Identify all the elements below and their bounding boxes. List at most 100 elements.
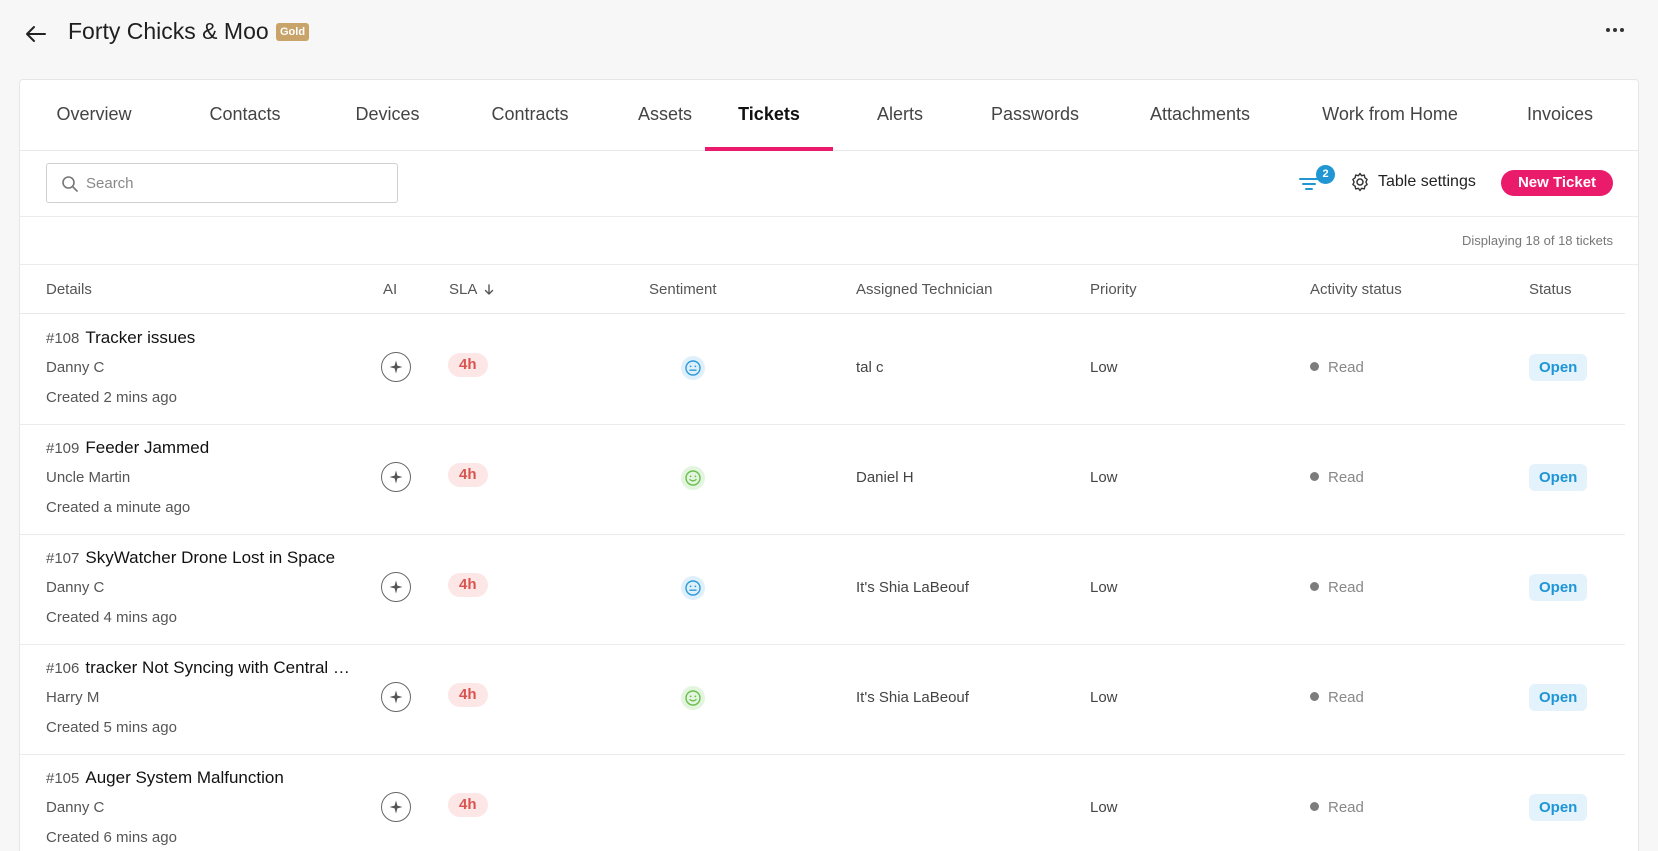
sparkle-icon — [389, 470, 403, 484]
ticket-subject: Feeder Jammed — [85, 438, 210, 457]
ticket-title[interactable]: #105 Auger System Malfunction — [46, 768, 356, 788]
ai-sparkle-button[interactable] — [381, 352, 411, 382]
activity-status: Read — [1310, 579, 1364, 596]
sparkle-icon — [389, 800, 403, 814]
filter-button[interactable]: 2 — [1296, 164, 1335, 200]
tab-assets[interactable]: Assets — [615, 80, 715, 151]
column-details[interactable]: Details — [46, 265, 92, 314]
search-input[interactable] — [86, 172, 386, 194]
priority: Low — [1090, 469, 1118, 486]
sentiment-positive-icon — [681, 466, 705, 490]
sla-badge: 4h — [448, 353, 488, 377]
search-icon — [62, 176, 78, 192]
tab-attachments[interactable]: Attachments — [1120, 80, 1280, 151]
activity-status-label: Read — [1328, 469, 1364, 486]
table-row[interactable]: #105 Auger System Malfunction Danny C Cre… — [20, 755, 1625, 851]
page-title: Forty Chicks & Moo — [68, 18, 269, 44]
ai-sparkle-button[interactable] — [381, 792, 411, 822]
table-settings-button[interactable]: Table settings — [1350, 170, 1476, 194]
table-header: Details AI SLA Sentiment Assigned Techni… — [20, 265, 1625, 314]
ticket-created: Created 5 mins ago — [46, 719, 177, 736]
assigned-technician: It's Shia LaBeouf — [856, 689, 969, 706]
sparkle-icon — [389, 580, 403, 594]
ticket-number: #105 — [46, 770, 80, 787]
arrow-left-icon[interactable] — [22, 20, 50, 48]
activity-status-label: Read — [1328, 359, 1364, 376]
ticket-title[interactable]: #106 tracker Not Syncing with Central … — [46, 658, 356, 678]
activity-status-label: Read — [1328, 689, 1364, 706]
ai-sparkle-button[interactable] — [381, 572, 411, 602]
ticket-contact: Danny C — [46, 799, 105, 816]
priority: Low — [1090, 579, 1118, 596]
ticket-contact: Danny C — [46, 359, 105, 376]
column-status[interactable]: Status — [1529, 265, 1572, 314]
status-dot — [1310, 802, 1319, 811]
column-technician[interactable]: Assigned Technician — [856, 265, 992, 314]
tab-tickets[interactable]: Tickets — [705, 80, 833, 151]
ticket-number: #106 — [46, 660, 80, 677]
column-sla[interactable]: SLA — [449, 265, 495, 314]
status-dot — [1310, 692, 1319, 701]
tickets-card: Overview Contacts Devices Contracts Asse… — [19, 79, 1639, 851]
activity-status: Read — [1310, 359, 1364, 376]
sentiment-neutral-icon — [681, 576, 705, 600]
sparkle-icon — [389, 360, 403, 374]
tab-devices[interactable]: Devices — [330, 80, 445, 151]
sla-badge: 4h — [448, 573, 488, 597]
status-badge[interactable]: Open — [1529, 684, 1588, 711]
ai-sparkle-button[interactable] — [381, 462, 411, 492]
table-row[interactable]: #106 tracker Not Syncing with Central … H… — [20, 645, 1625, 755]
ticket-title[interactable]: #107 SkyWatcher Drone Lost in Space — [46, 548, 356, 568]
ticket-created: Created 6 mins ago — [46, 829, 177, 846]
tab-invoices[interactable]: Invoices — [1500, 80, 1620, 151]
tab-passwords[interactable]: Passwords — [970, 80, 1100, 151]
assigned-technician: Daniel H — [856, 469, 914, 486]
tickets-toolbar: 2 Table settings New Ticket — [20, 152, 1638, 217]
gear-icon — [1352, 172, 1368, 192]
column-priority[interactable]: Priority — [1090, 265, 1137, 314]
priority: Low — [1090, 799, 1118, 816]
tab-contacts[interactable]: Contacts — [180, 80, 310, 151]
assigned-technician: It's Shia LaBeouf — [856, 579, 969, 596]
ticket-title[interactable]: #108 Tracker issues — [46, 328, 356, 348]
column-sentiment[interactable]: Sentiment — [649, 265, 717, 314]
sentiment-neutral-icon — [681, 356, 705, 380]
sla-badge: 4h — [448, 463, 488, 487]
ticket-subject: Auger System Malfunction — [85, 768, 284, 787]
table-row[interactable]: #109 Feeder Jammed Uncle Martin Created a… — [20, 425, 1625, 535]
ticket-title[interactable]: #109 Feeder Jammed — [46, 438, 356, 458]
tab-overview[interactable]: Overview — [38, 80, 150, 151]
priority: Low — [1090, 689, 1118, 706]
status-badge[interactable]: Open — [1529, 464, 1588, 491]
tab-bar: Overview Contacts Devices Contracts Asse… — [20, 80, 1638, 151]
tab-alerts[interactable]: Alerts — [850, 80, 950, 151]
status-dot — [1310, 362, 1319, 371]
activity-status: Read — [1310, 469, 1364, 486]
status-badge[interactable]: Open — [1529, 354, 1588, 381]
table-row[interactable]: #108 Tracker issues Danny C Created 2 min… — [20, 315, 1625, 425]
column-ai[interactable]: AI — [383, 265, 397, 314]
ticket-subject: Tracker issues — [85, 328, 196, 347]
status-badge[interactable]: Open — [1529, 574, 1588, 601]
activity-status-label: Read — [1328, 579, 1364, 596]
sparkle-icon — [389, 690, 403, 704]
sla-badge: 4h — [448, 683, 488, 707]
tab-work-from-home[interactable]: Work from Home — [1300, 80, 1480, 151]
tab-contracts[interactable]: Contracts — [465, 80, 595, 151]
ticket-created: Created 4 mins ago — [46, 609, 177, 626]
column-activity[interactable]: Activity status — [1310, 265, 1402, 314]
ticket-subject: tracker Not Syncing with Central … — [85, 658, 350, 677]
search-box — [46, 163, 398, 203]
ai-sparkle-button[interactable] — [381, 682, 411, 712]
status-dot — [1310, 582, 1319, 591]
page-header: Forty Chicks & Moo Gold — [0, 0, 1658, 70]
status-badge[interactable]: Open — [1529, 794, 1588, 821]
priority: Low — [1090, 359, 1118, 376]
new-ticket-button[interactable]: New Ticket — [1501, 170, 1613, 196]
table-row[interactable]: #107 SkyWatcher Drone Lost in Space Danny… — [20, 535, 1625, 645]
sentiment-positive-icon — [681, 686, 705, 710]
ticket-contact: Uncle Martin — [46, 469, 131, 486]
activity-status: Read — [1310, 689, 1364, 706]
tier-badge: Gold — [276, 23, 310, 41]
ellipsis-icon[interactable] — [1600, 18, 1630, 42]
